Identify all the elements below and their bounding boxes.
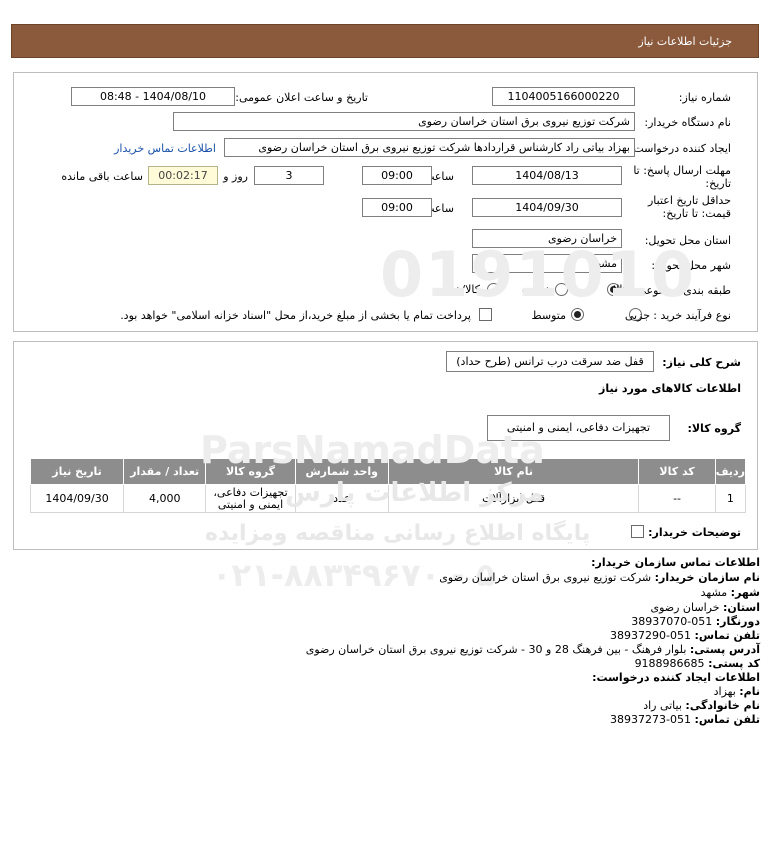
cell-date: 1404/09/30 (29, 484, 125, 513)
goods-table-header: ردیف کد کالا نام کالا واحد شمارش گروه کا… (29, 458, 747, 485)
cell-unit: عدد (294, 484, 389, 513)
creator-field: بهزاد بیاتی راد کارشناس قراردادها شرکت ت… (224, 138, 635, 157)
category-radio-goods-service[interactable] (487, 283, 500, 296)
city-field: مشهد (472, 254, 622, 273)
category-option-service: خدمت (521, 283, 551, 296)
buyer-notes-checkbox[interactable] (631, 525, 644, 538)
table-row: 1 -- قفل ابزارآلات عدد تجهیزات دفاعی، ای… (29, 484, 747, 513)
province-field: خراسان رضوی (472, 229, 622, 248)
deadline-label: مهلت ارسال پاسخ: تا تاریخ: (633, 164, 731, 190)
buyer-label: نام دستگاه خریدار: (644, 116, 731, 129)
process-option-medium: متوسط (531, 309, 566, 322)
goods-group-field: تجهیزات دفاعی، ایمنی و امنیتی (487, 415, 670, 441)
category-option-goods-service: کالا/خدمت (432, 283, 480, 296)
goods-info-title: اطلاعات کالاهای مورد نیاز (599, 382, 741, 395)
contact-province: استان: خراسان رضوی (650, 601, 760, 614)
contact-title: اطلاعات تماس سازمان خریدار: (591, 556, 760, 569)
creator-first-name: نام: بهزاد (713, 685, 760, 698)
days-field: 3 (254, 166, 324, 185)
buyer-field: شرکت توزیع نیروی برق استان خراسان رضوی (173, 112, 635, 131)
remaining-label: ساعت باقی مانده (61, 170, 143, 183)
validity-date-field: 1404/09/30 (472, 198, 622, 217)
contact-org: نام سازمان خریدار: شرکت توزیع نیروی برق … (439, 571, 760, 584)
goods-group-label: گروه کالا: (687, 422, 741, 435)
category-radio-service[interactable] (555, 283, 568, 296)
province-label: استان محل تحویل: (644, 234, 731, 247)
days-label: روز و (223, 170, 248, 183)
col-unit: واحد شمارش (294, 458, 389, 485)
creator-phone: تلفن تماس: 051-38937273 (610, 713, 760, 726)
contact-section: اطلاعات تماس سازمان خریدار: نام سازمان خ… (300, 556, 770, 756)
cell-group: تجهیزات دفاعی، ایمنی و امنیتی (205, 484, 296, 513)
remaining-timer: 00:02:17 (148, 166, 218, 185)
page-title: جزئیات اطلاعات نیاز (638, 35, 732, 48)
deadline-time-field: 09:00 (362, 166, 432, 185)
col-date: تاریخ نیاز (29, 458, 125, 485)
col-qty: تعداد / مقدار (123, 458, 207, 485)
announce-field: 1404/08/10 - 08:48 (71, 87, 235, 106)
need-number-label: شماره نیاز: (678, 91, 731, 104)
category-label: طبقه بندی موضوعی: (633, 284, 731, 297)
contact-fax: دورنگار: 051-38937070 (631, 615, 760, 628)
announce-label: تاریخ و ساعت اعلان عمومی: (235, 91, 368, 104)
creator-info-title: اطلاعات ایجاد کننده درخواست: (592, 671, 760, 684)
cell-code: -- (638, 484, 716, 513)
page-header: جزئیات اطلاعات نیاز (11, 24, 759, 58)
treasury-note: پرداخت تمام یا بخشی از مبلغ خرید،از محل … (120, 309, 471, 322)
contact-address: آدرس پستی: بلوار فرهنگ - بین فرهنگ 28 و … (305, 643, 760, 656)
deadline-date-field: 1404/08/13 (472, 166, 622, 185)
validity-label: حداقل تاریخ اعتبار قیمت: تا تاریخ: (647, 194, 731, 220)
goods-table: ردیف کد کالا نام کالا واحد شمارش گروه کا… (29, 458, 747, 513)
description-field: قفل ضد سرقت درب ترانس (طرح حداد) (446, 351, 654, 372)
process-label: نوع فرآیند خرید : (653, 309, 731, 322)
process-option-minor: جزیی (624, 309, 650, 322)
cell-row: 1 (714, 484, 747, 513)
validity-time-field: 09:00 (362, 198, 432, 217)
col-row: ردیف (714, 458, 747, 485)
treasury-checkbox[interactable] (479, 308, 492, 321)
category-option-goods: کالا (613, 283, 628, 296)
col-code: کد کالا (638, 458, 716, 485)
need-details-panel: شماره نیاز: 1104005166000220 تاریخ و ساع… (13, 72, 758, 332)
goods-panel: شرح کلی نیاز: قفل ضد سرقت درب ترانس (طرح… (13, 341, 758, 550)
description-label: شرح کلی نیاز: (662, 356, 741, 369)
cell-name: قفل ابزارآلات (387, 484, 640, 513)
contact-city: شهر: مشهد (700, 586, 760, 599)
process-radio-medium[interactable] (571, 308, 584, 321)
buyer-contact-link[interactable]: اطلاعات تماس خریدار (114, 142, 216, 155)
city-label: شهر محل تحویل: (651, 259, 731, 272)
col-group: گروه کالا (205, 458, 296, 485)
buyer-notes-label: توضیحات خریدار: (648, 526, 741, 539)
cell-qty: 4,000 (123, 484, 207, 513)
contact-postal: کد پستی: 9188986685 (634, 657, 760, 670)
creator-label: ایجاد کننده درخواست: (629, 142, 731, 155)
col-name: نام کالا (387, 458, 640, 485)
need-number-field: 1104005166000220 (492, 87, 635, 106)
creator-last-name: نام خانوادگی: بیاتی راد (643, 699, 760, 712)
contact-phone: تلفن تماس: 051-38937290 (610, 629, 760, 642)
